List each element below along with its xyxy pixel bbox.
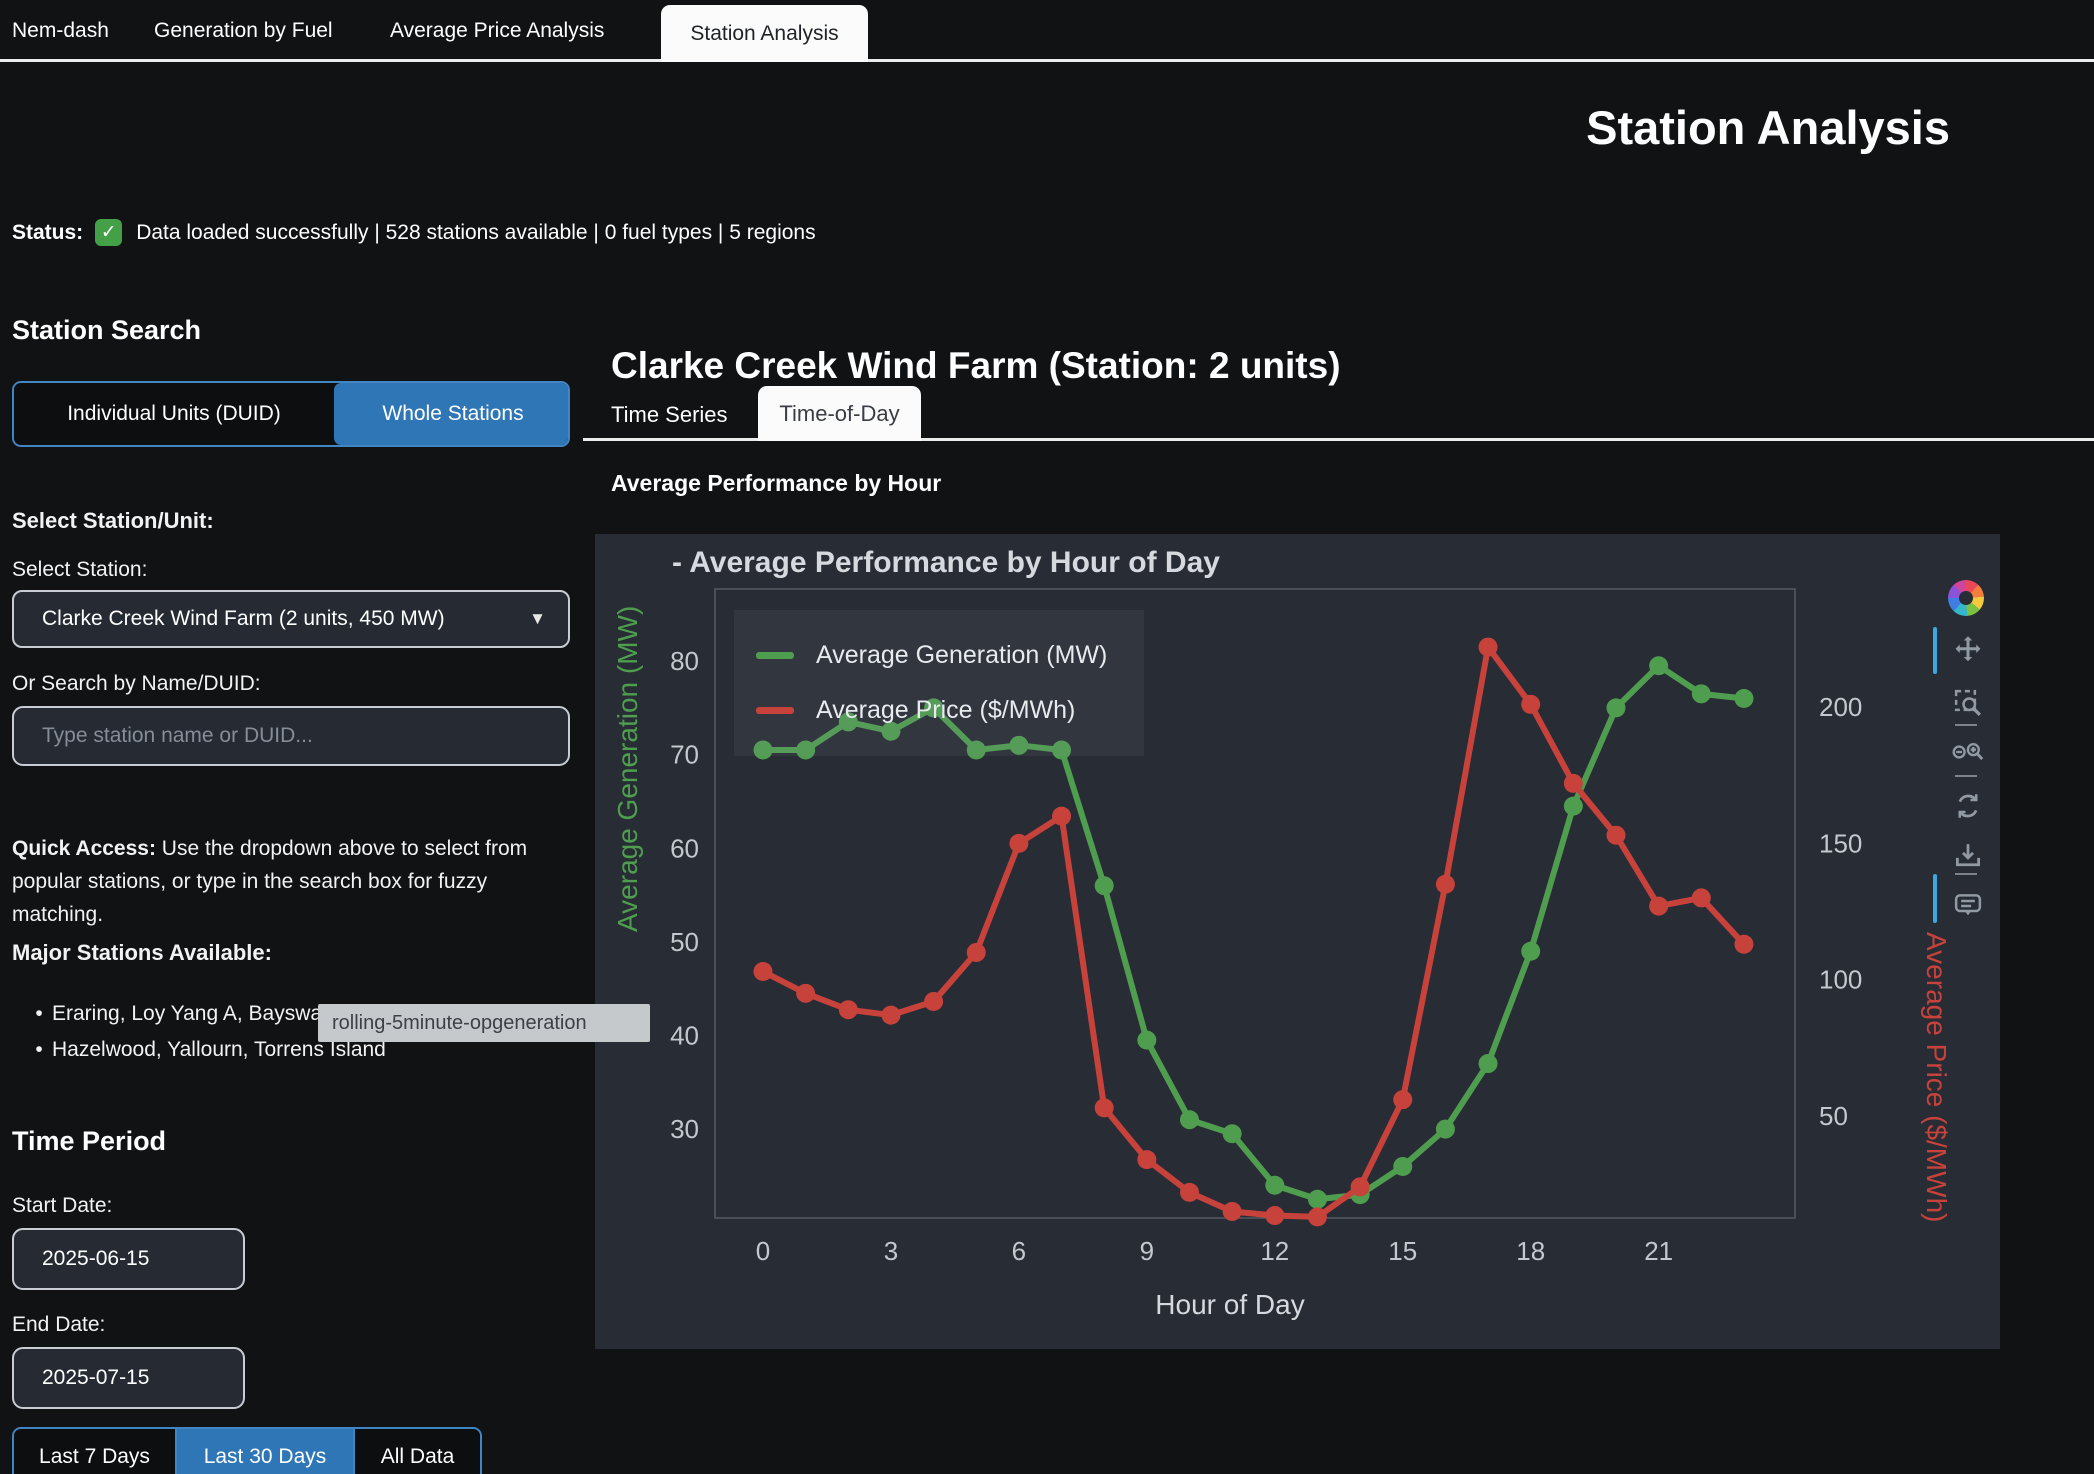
modebar-divider [1955, 873, 1977, 875]
date-range-buttons: Last 7 Days Last 30 Days All Data [12, 1427, 482, 1474]
modebar-active-indicator [1933, 874, 1937, 923]
last-30-days-button[interactable]: Last 30 Days [177, 1429, 355, 1474]
hover-toggle-icon[interactable] [1948, 886, 1988, 926]
station-heading: Clarke Creek Wind Farm (Station: 2 units… [611, 345, 1341, 387]
legend-item-generation[interactable]: Average Generation (MW) [756, 641, 1144, 670]
svg-text:80: 80 [670, 646, 699, 676]
plotly-logo-icon[interactable] [1948, 580, 1984, 616]
svg-text:50: 50 [670, 927, 699, 957]
svg-text:40: 40 [670, 1020, 699, 1050]
svg-text:12: 12 [1260, 1236, 1289, 1266]
tab-nem-dash[interactable]: Nem-dash [12, 0, 109, 62]
modebar-active-indicator [1933, 627, 1937, 674]
price-line-swatch [756, 707, 794, 714]
svg-text:30: 30 [670, 1114, 699, 1144]
zoom-out-icon[interactable] [1948, 732, 1988, 772]
last-7-days-button[interactable]: Last 7 Days [14, 1429, 177, 1474]
svg-text:Hour of Day: Hour of Day [1155, 1289, 1304, 1320]
pan-icon[interactable] [1948, 630, 1988, 670]
tab-time-of-day[interactable]: Time-of-Day [758, 386, 921, 441]
svg-text:100: 100 [1819, 965, 1862, 995]
check-icon: ✓ [95, 219, 122, 246]
svg-text:60: 60 [670, 833, 699, 863]
start-date-input[interactable] [12, 1228, 245, 1290]
hover-tooltip: rolling-5minute-opgeneration [318, 1004, 650, 1042]
all-data-button[interactable]: All Data [355, 1429, 480, 1474]
select-station-label: Select Station: [12, 558, 147, 582]
whole-stations-button[interactable]: Whole Stations [334, 383, 570, 445]
svg-text:6: 6 [1012, 1236, 1026, 1266]
search-by-name-label: Or Search by Name/DUID: [12, 672, 261, 696]
select-station-unit-label: Select Station/Unit: [12, 508, 214, 534]
status-text: Data loaded successfully | 528 stations … [136, 221, 815, 245]
unit-mode-toggle: Individual Units (DUID) Whole Stations [12, 381, 570, 447]
tab-average-price-analysis[interactable]: Average Price Analysis [390, 0, 604, 62]
chevron-down-icon: ▼ [529, 609, 546, 629]
box-zoom-icon[interactable] [1948, 683, 1988, 723]
bullet-icon: • [26, 996, 52, 1032]
generation-line-swatch [756, 652, 794, 659]
station-search-input[interactable] [12, 706, 570, 766]
modebar-divider [1955, 775, 1977, 777]
legend-label: Average Generation (MW) [816, 641, 1107, 670]
end-date-label: End Date: [12, 1313, 105, 1337]
autoscale-icon[interactable] [1948, 786, 1988, 826]
svg-text:21: 21 [1644, 1236, 1673, 1266]
time-period-heading: Time Period [12, 1126, 166, 1157]
svg-text:70: 70 [670, 740, 699, 770]
station-dropdown-value: Clarke Creek Wind Farm (2 units, 450 MW) [42, 607, 529, 631]
page-title: Station Analysis [1586, 100, 1950, 155]
individual-units-button[interactable]: Individual Units (DUID) [14, 383, 334, 445]
download-icon[interactable] [1948, 836, 1988, 876]
svg-text:9: 9 [1140, 1236, 1154, 1266]
end-date-input[interactable] [12, 1347, 245, 1409]
modebar-divider [1955, 724, 1977, 726]
start-date-label: Start Date: [12, 1194, 112, 1218]
svg-text:15: 15 [1388, 1236, 1417, 1266]
major-stations-label: Major Stations Available: [12, 940, 272, 966]
legend-item-price[interactable]: Average Price ($/MWh) [756, 696, 1144, 725]
status-bar: Status: ✓ Data loaded successfully | 528… [12, 219, 816, 246]
tab-time-series[interactable]: Time Series [611, 392, 728, 438]
svg-text:18: 18 [1516, 1236, 1545, 1266]
tab-station-analysis[interactable]: Station Analysis [661, 5, 868, 62]
station-search-heading: Station Search [12, 315, 201, 346]
bullet-icon: • [26, 1032, 52, 1068]
station-analysis-page: Nem-dash Generation by Fuel Average Pric… [0, 0, 2094, 1474]
section-label: Average Performance by Hour [611, 470, 941, 497]
major-stations-item-1: Eraring, Loy Yang A, Bayswater [52, 996, 347, 1032]
legend-label: Average Price ($/MWh) [816, 696, 1075, 725]
svg-text:50: 50 [1819, 1101, 1848, 1131]
chart-panel: - Average Performance by Hour of Day Ave… [595, 534, 2000, 1349]
svg-text:200: 200 [1819, 692, 1862, 722]
chart-legend: Average Generation (MW) Average Price ($… [734, 610, 1144, 756]
quick-access-label: Quick Access: [12, 837, 156, 860]
svg-text:150: 150 [1819, 828, 1862, 858]
status-label: Status: [12, 221, 83, 245]
svg-text:0: 0 [756, 1236, 770, 1266]
quick-access-note: Quick Access: Use the dropdown above to … [12, 832, 572, 931]
svg-text:3: 3 [884, 1236, 898, 1266]
station-dropdown[interactable]: Clarke Creek Wind Farm (2 units, 450 MW)… [12, 590, 570, 648]
tab-generation-by-fuel[interactable]: Generation by Fuel [154, 0, 333, 62]
